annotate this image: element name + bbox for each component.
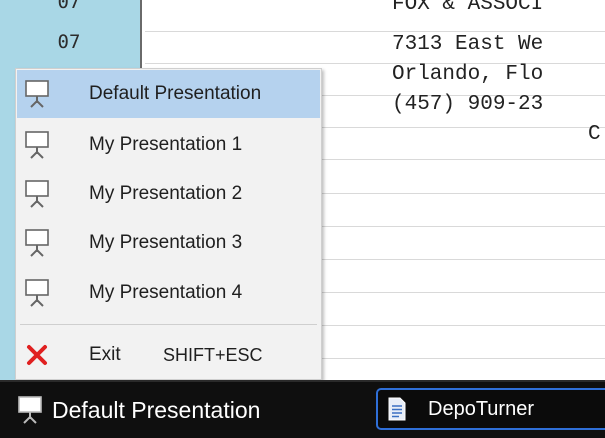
presentation-screen-icon xyxy=(20,128,54,162)
taskbar: Default Presentation DepoTurner xyxy=(0,380,605,438)
presentation-selector-label: Default Presentation xyxy=(52,396,261,423)
menu-item-label: My Presentation 1 xyxy=(89,134,243,155)
menu-item-my-presentation-2[interactable]: My Presentation 2 xyxy=(17,170,320,218)
screen: 07 07 FOX & ASSOCI 7313 East We Orlando,… xyxy=(0,0,605,438)
menu-item-label: My Presentation 3 xyxy=(89,232,243,253)
transcript-text-line: C xyxy=(588,123,601,146)
menu-separator xyxy=(20,324,317,325)
presentation-screen-icon xyxy=(20,226,54,260)
exit-label: Exit xyxy=(89,344,121,365)
presentation-screen-icon xyxy=(20,77,54,111)
presentation-screen-icon xyxy=(20,276,54,310)
menu-item-my-presentation-1[interactable]: My Presentation 1 xyxy=(17,121,320,169)
presentation-context-menu: Default Presentation My Presentation 1 M… xyxy=(15,68,322,380)
line-number: 07 xyxy=(57,0,81,13)
transcript-text-line: Orlando, Flo xyxy=(392,63,544,86)
exit-shortcut: SHIFT+ESC xyxy=(163,344,263,365)
depoturner-app-button[interactable]: DepoTurner xyxy=(376,388,605,430)
app-label: DepoTurner xyxy=(428,397,534,420)
presentation-screen-icon xyxy=(12,395,48,425)
transcript-text-line: 7313 East We xyxy=(392,33,544,56)
menu-item-label: My Presentation 4 xyxy=(89,282,243,303)
document-icon xyxy=(388,397,410,421)
menu-item-exit[interactable]: Exit SHIFT+ESC xyxy=(17,331,320,379)
close-x-icon xyxy=(20,338,54,372)
line-number: 07 xyxy=(57,31,81,53)
presentation-screen-icon xyxy=(20,177,54,211)
presentation-selector-button[interactable]: Default Presentation xyxy=(12,384,334,436)
menu-item-default-presentation[interactable]: Default Presentation xyxy=(17,70,320,118)
menu-item-my-presentation-4[interactable]: My Presentation 4 xyxy=(17,269,320,317)
menu-item-my-presentation-3[interactable]: My Presentation 3 xyxy=(17,219,320,267)
menu-item-label: My Presentation 2 xyxy=(89,183,243,204)
transcript-text-line: FOX & ASSOCI xyxy=(392,0,544,16)
transcript-text-line: (457) 909-23 xyxy=(392,93,544,116)
menu-item-label: Default Presentation xyxy=(89,83,262,104)
